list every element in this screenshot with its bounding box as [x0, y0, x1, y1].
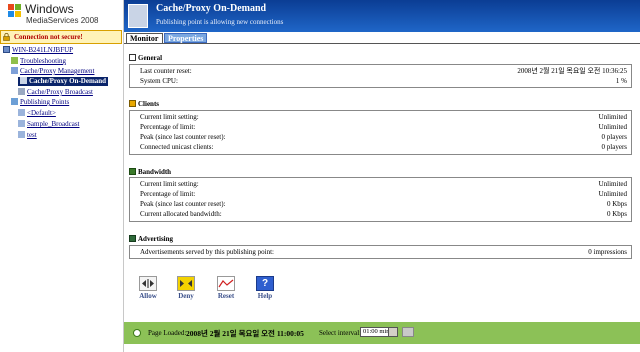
tab-monitor[interactable]: Monitor [126, 33, 163, 43]
publishing-point-icon [18, 120, 25, 127]
on-demand-icon [20, 77, 27, 84]
bandwidth-icon [129, 168, 136, 175]
publishing-point-icon [18, 109, 25, 116]
brand-windows: Windows [25, 2, 74, 16]
server-icon [3, 46, 10, 53]
tree-item-cache-proxy-management[interactable]: Cache/Proxy Management [11, 67, 94, 76]
advertising-row: Advertisements served by this publishing… [140, 248, 627, 256]
clients-row: Current limit setting: Unlimited [140, 113, 627, 121]
tree-item-publishing-points[interactable]: Publishing Points [11, 98, 69, 107]
tree-item-test[interactable]: test [18, 131, 37, 140]
interval-select[interactable]: 01:00 min [360, 327, 398, 337]
tree-item-sample-broadcast[interactable]: Sample_Broadcast [18, 120, 80, 129]
tree-item-troubleshooting[interactable]: Troubleshooting [11, 57, 66, 66]
advertising-icon [129, 235, 136, 242]
bandwidth-row: Peak (since last counter reset): 0 Kbps [140, 200, 627, 208]
lock-icon [3, 33, 10, 41]
deny-button[interactable]: Deny [174, 276, 198, 300]
reset-button[interactable]: Reset [214, 276, 238, 300]
general-section-title: General [129, 54, 162, 63]
bandwidth-row: Current allocated bandwidth: 0 Kbps [140, 210, 627, 218]
windows-flag-icon [8, 4, 22, 18]
troubleshooting-icon [11, 57, 18, 64]
general-icon [129, 54, 136, 61]
clients-icon [129, 100, 136, 107]
bandwidth-section-title: Bandwidth [129, 168, 171, 177]
brand-mediaservices: MediaServices 2008 [26, 16, 99, 25]
deny-icon [177, 276, 195, 291]
broadcast-icon [18, 88, 25, 95]
publishing-point-icon [18, 131, 25, 138]
clients-row: Connected unicast clients: 0 players [140, 143, 627, 151]
tree-item-cache-proxy-on-demand[interactable]: Cache/Proxy On-Demand [18, 77, 109, 86]
windows-media-services-logo: Windows MediaServices 2008 [8, 2, 123, 28]
security-warning[interactable]: Connection not secure! [0, 30, 122, 44]
apply-interval-button[interactable] [402, 327, 414, 337]
general-row: System CPU: 1 % [140, 77, 627, 85]
bandwidth-box: Current limit setting: Unlimited Percenta… [129, 177, 632, 222]
page-header: Cache/Proxy On-Demand Publishing point i… [124, 0, 640, 32]
tab-divider [124, 43, 640, 44]
help-icon: ? [256, 276, 274, 291]
general-row: Last counter reset: 2008년 2월 21일 목요일 오전 1… [140, 67, 627, 75]
allow-button[interactable]: Allow [136, 276, 160, 300]
tree-item-default[interactable]: <Default> [18, 109, 56, 118]
page-loaded-label: Page Loaded: [148, 329, 187, 337]
tree-item-cache-proxy-broadcast[interactable]: Cache/Proxy Broadcast [18, 88, 93, 97]
advertising-box: Advertisements served by this publishing… [129, 245, 632, 259]
cache-proxy-icon [11, 67, 18, 74]
clients-section-title: Clients [129, 100, 159, 109]
tab-properties[interactable]: Properties [164, 33, 207, 43]
bandwidth-row: Percentage of limit: Unlimited [140, 190, 627, 198]
publishing-points-icon [11, 98, 18, 105]
page-loaded-time: 2008년 2월 21일 목요일 오전 11:00:05 [186, 329, 304, 338]
clients-row: Peak (since last counter reset): 0 player… [140, 133, 627, 141]
select-interval-label: Select interval: [319, 329, 362, 337]
refresh-icon[interactable] [133, 329, 141, 337]
security-warning-text: Connection not secure! [14, 33, 83, 41]
page-title: Cache/Proxy On-Demand [156, 3, 267, 14]
status-footer: Page Loaded: 2008년 2월 21일 목요일 오전 11:00:0… [124, 322, 640, 344]
page-subtitle: Publishing point is allowing new connect… [156, 18, 284, 26]
clients-box: Current limit setting: Unlimited Percenta… [129, 110, 632, 155]
chevron-down-icon [388, 328, 397, 336]
navigation-pane: Windows MediaServices 2008 Connection no… [0, 0, 124, 352]
reset-icon [217, 276, 235, 291]
advertising-section-title: Advertising [129, 235, 173, 244]
general-box: Last counter reset: 2008년 2월 21일 목요일 오전 1… [129, 64, 632, 88]
tree-item-server[interactable]: WIN-B241LNJBFUP [3, 46, 73, 55]
tab-bar: Monitor Properties [124, 32, 640, 43]
on-demand-header-icon [128, 4, 148, 28]
help-button[interactable]: ? Help [253, 276, 277, 300]
clients-row: Percentage of limit: Unlimited [140, 123, 627, 131]
allow-icon [139, 276, 157, 291]
bandwidth-row: Current limit setting: Unlimited [140, 180, 627, 188]
